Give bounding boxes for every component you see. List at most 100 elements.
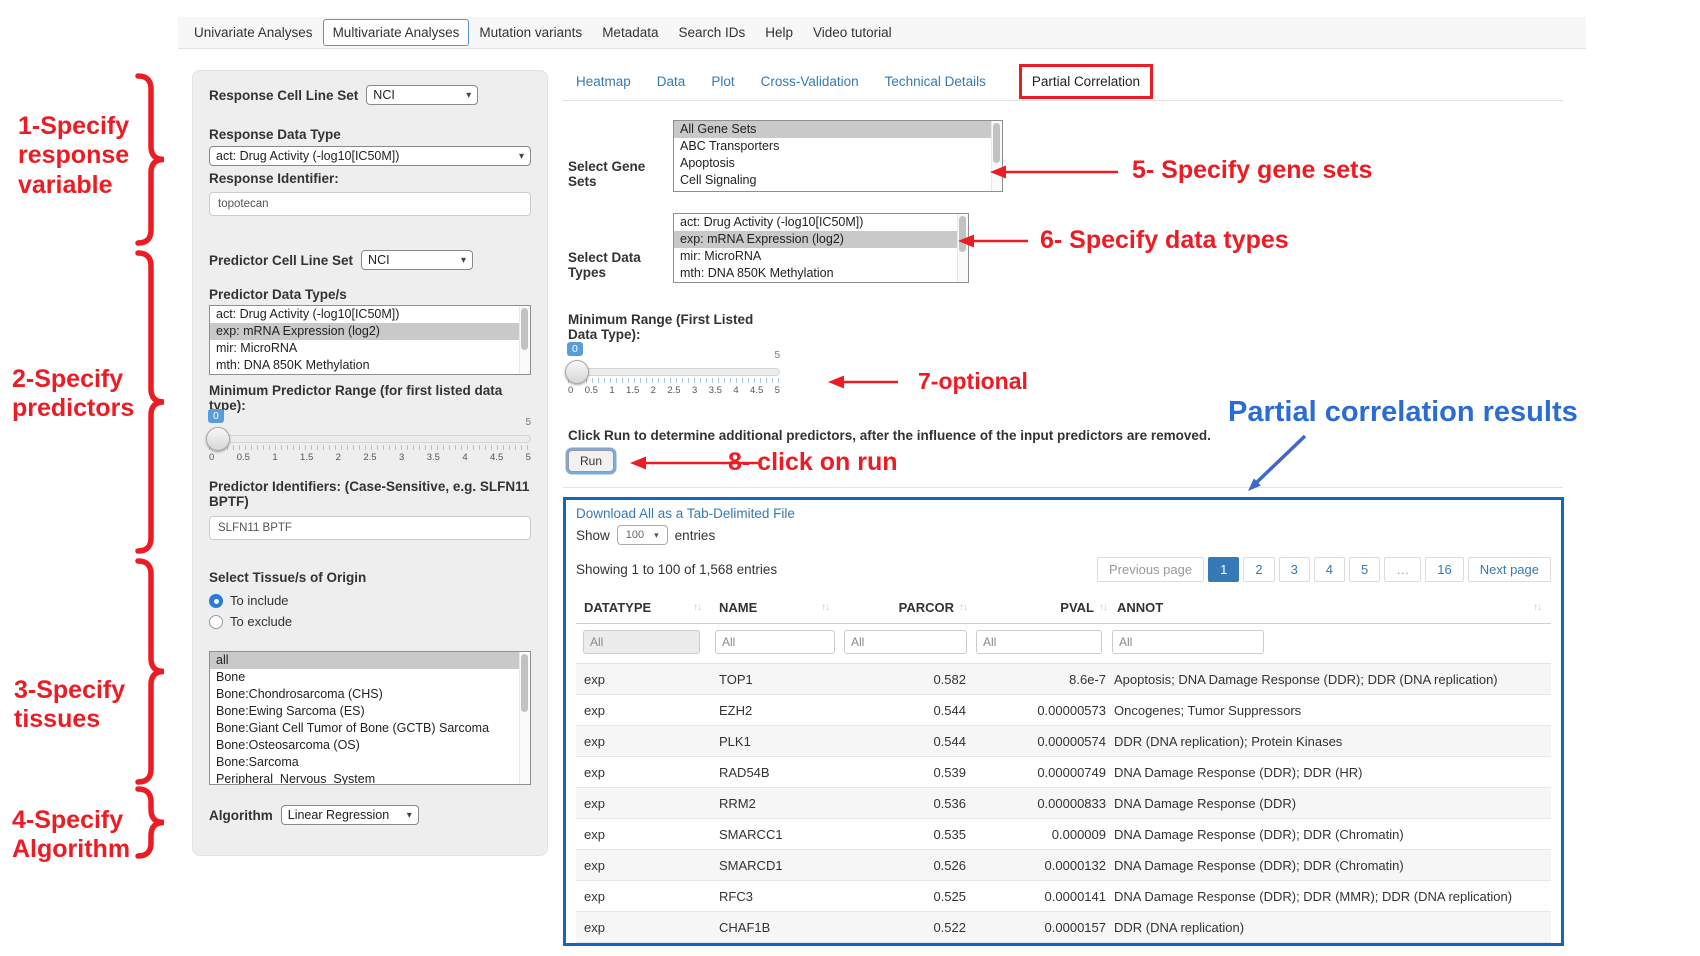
scrollbar[interactable] bbox=[991, 121, 1002, 191]
list-item[interactable]: mir: MicroRNA bbox=[210, 340, 530, 357]
cell-pval: 0.0000132 bbox=[969, 858, 1109, 873]
previous-page-button[interactable]: Previous page bbox=[1097, 557, 1204, 582]
table-row[interactable]: exp RRM2 0.536 0.00000833 DNA Damage Res… bbox=[576, 788, 1551, 819]
page-button-5[interactable]: 5 bbox=[1349, 557, 1380, 582]
sort-icon[interactable]: ↑↓ bbox=[821, 602, 829, 613]
next-page-button[interactable]: Next page bbox=[1468, 557, 1551, 582]
tab-partial-correlation[interactable]: Partial Correlation bbox=[1019, 64, 1153, 99]
header-name[interactable]: NAME↑↓ bbox=[711, 592, 839, 623]
list-item-selected[interactable]: all bbox=[210, 652, 530, 669]
tissue-exclude-radio[interactable]: To exclude bbox=[209, 614, 531, 629]
list-item[interactable]: Bone:Giant Cell Tumor of Bone (GCTB) Sar… bbox=[210, 720, 530, 737]
scrollbar-thumb[interactable] bbox=[521, 308, 528, 350]
table-row[interactable]: exp EZH2 0.544 0.00000573 Oncogenes; Tum… bbox=[576, 695, 1551, 726]
list-item[interactable]: act: Drug Activity (-log10[IC50M]) bbox=[210, 306, 530, 323]
radio-unselected-icon bbox=[209, 615, 223, 629]
sort-icon[interactable]: ↑↓ bbox=[1533, 602, 1541, 613]
page-button-16[interactable]: 16 bbox=[1425, 557, 1463, 582]
filter-parcor-input[interactable] bbox=[844, 630, 967, 654]
table-row[interactable]: exp SMARCD1 0.526 0.0000132 DNA Damage R… bbox=[576, 850, 1551, 881]
list-item[interactable]: Bone:Osteosarcoma (OS) bbox=[210, 737, 530, 754]
header-pval[interactable]: PVAL↑↓ bbox=[969, 592, 1109, 623]
scrollbar[interactable] bbox=[957, 214, 968, 282]
list-item[interactable]: act: Drug Activity (-log10[IC50M]) bbox=[674, 214, 968, 231]
cell-annot: DDR (DNA replication) bbox=[1109, 920, 1551, 935]
list-item[interactable]: Peripheral_Nervous_System bbox=[210, 771, 530, 785]
list-item[interactable]: Bone:Sarcoma bbox=[210, 754, 530, 771]
scrollbar-thumb[interactable] bbox=[521, 654, 528, 712]
table-row[interactable]: exp PLK1 0.544 0.00000574 DDR (DNA repli… bbox=[576, 726, 1551, 757]
nav-tab-multivariate-analyses[interactable]: Multivariate Analyses bbox=[323, 19, 470, 46]
table-row[interactable]: exp RAD54B 0.539 0.00000749 DNA Damage R… bbox=[576, 757, 1551, 788]
page-button-2[interactable]: 2 bbox=[1243, 557, 1274, 582]
header-datatype[interactable]: DATATYPE↑↓ bbox=[576, 592, 711, 623]
slider-track[interactable] bbox=[209, 435, 531, 443]
list-item[interactable]: Bone:Ewing Sarcoma (ES) bbox=[210, 703, 530, 720]
response-identifier-input[interactable] bbox=[209, 192, 531, 216]
list-item[interactable]: Bone:Chondrosarcoma (CHS) bbox=[210, 686, 530, 703]
tab-plot[interactable]: Plot bbox=[698, 65, 747, 98]
nav-tab-search-ids[interactable]: Search IDs bbox=[668, 19, 755, 46]
tab-technical-details[interactable]: Technical Details bbox=[872, 65, 999, 98]
cell-name: RRM2 bbox=[711, 796, 839, 811]
filter-pval-input[interactable] bbox=[976, 630, 1102, 654]
slider-track[interactable] bbox=[568, 368, 780, 376]
page-button-4[interactable]: 4 bbox=[1314, 557, 1345, 582]
list-item-selected[interactable]: All Gene Sets bbox=[674, 121, 1002, 138]
sort-icon[interactable]: ↑↓ bbox=[1099, 602, 1107, 613]
list-item[interactable]: Cell Signaling bbox=[674, 172, 1002, 189]
page-size-select[interactable]: 100 ▾ bbox=[617, 525, 668, 545]
slider-handle[interactable] bbox=[206, 427, 230, 451]
slider-handle[interactable] bbox=[565, 360, 589, 384]
tissue-origin-label: Select Tissue/s of Origin bbox=[209, 570, 531, 585]
response-data-type-select[interactable]: act: Drug Activity (-log10[IC50M]) ▾ bbox=[209, 146, 531, 166]
sort-icon[interactable]: ↑↓ bbox=[959, 602, 967, 613]
cell-parcor: 0.544 bbox=[839, 734, 969, 749]
nav-tab-mutation-variants[interactable]: Mutation variants bbox=[469, 19, 592, 46]
list-item[interactable]: ABC Transporters bbox=[674, 138, 1002, 155]
filter-name-input[interactable] bbox=[715, 630, 835, 654]
tab-cross-validation[interactable]: Cross-Validation bbox=[748, 65, 872, 98]
table-row[interactable]: exp RFC3 0.525 0.0000141 DNA Damage Resp… bbox=[576, 881, 1551, 912]
nav-tab-metadata[interactable]: Metadata bbox=[592, 19, 668, 46]
page-button-1[interactable]: 1 bbox=[1208, 557, 1239, 582]
table-row[interactable]: exp CHAF1B 0.522 0.0000157 DDR (DNA repl… bbox=[576, 912, 1551, 943]
scrollbar-thumb[interactable] bbox=[993, 123, 1000, 163]
predictor-identifiers-input[interactable] bbox=[209, 516, 531, 540]
list-item[interactable]: mir: MicroRNA bbox=[674, 248, 968, 265]
response-cell-line-set-select[interactable]: NCI ▾ bbox=[366, 85, 478, 105]
header-parcor[interactable]: PARCOR↑↓ bbox=[839, 592, 969, 623]
nav-tab-univariate-analyses[interactable]: Univariate Analyses bbox=[184, 19, 323, 46]
algorithm-select[interactable]: Linear Regression ▾ bbox=[281, 805, 419, 825]
list-item-selected[interactable]: exp: mRNA Expression (log2) bbox=[210, 323, 530, 340]
list-item[interactable]: mth: DNA 850K Methylation bbox=[674, 265, 968, 282]
predictor-identifiers-label: Predictor Identifiers: (Case-Sensitive, … bbox=[209, 479, 531, 509]
nav-tab-help[interactable]: Help bbox=[755, 19, 803, 46]
header-annot[interactable]: ANNOT↑↓ bbox=[1109, 592, 1551, 623]
filter-annot-input[interactable] bbox=[1112, 630, 1264, 654]
sort-icon[interactable]: ↑↓ bbox=[693, 602, 701, 613]
list-item[interactable]: Bone bbox=[210, 669, 530, 686]
predictor-cell-line-set-select[interactable]: NCI ▾ bbox=[361, 250, 473, 270]
list-item[interactable]: mth: DNA 850K Methylation bbox=[210, 357, 530, 374]
nav-tab-video-tutorial[interactable]: Video tutorial bbox=[803, 19, 902, 46]
cell-name: EZH2 bbox=[711, 703, 839, 718]
scrollbar[interactable] bbox=[519, 306, 530, 374]
table-row[interactable]: exp SMARCC1 0.535 0.000009 DNA Damage Re… bbox=[576, 819, 1551, 850]
list-item-selected[interactable]: exp: mRNA Expression (log2) bbox=[674, 231, 968, 248]
cell-pval: 0.00000573 bbox=[969, 703, 1109, 718]
list-item[interactable]: Apoptosis bbox=[674, 155, 1002, 172]
annotation-step1: 1-Specify response variable bbox=[18, 112, 129, 200]
scrollbar-thumb[interactable] bbox=[959, 216, 966, 252]
tick-label: 0.5 bbox=[585, 385, 598, 396]
run-button[interactable]: Run bbox=[568, 450, 614, 472]
cell-annot: DDR (DNA replication); Protein Kinases bbox=[1109, 734, 1551, 749]
tab-data[interactable]: Data bbox=[644, 65, 699, 98]
tab-heatmap[interactable]: Heatmap bbox=[563, 65, 644, 98]
filter-datatype-input[interactable] bbox=[583, 630, 700, 654]
tissue-include-radio[interactable]: To include bbox=[209, 593, 531, 608]
scrollbar[interactable] bbox=[519, 652, 530, 784]
download-all-link[interactable]: Download All as a Tab-Delimited File bbox=[576, 506, 1551, 521]
table-row[interactable]: exp TOP1 0.582 8.6e-7 Apoptosis; DNA Dam… bbox=[576, 664, 1551, 695]
page-button-3[interactable]: 3 bbox=[1279, 557, 1310, 582]
